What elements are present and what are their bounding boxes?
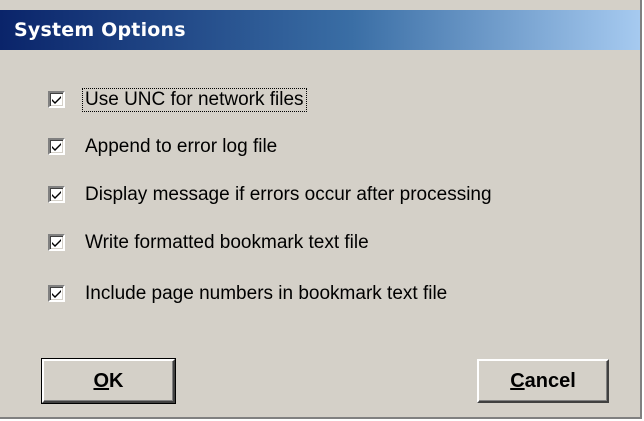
checkmark-icon: [52, 191, 61, 199]
use-unc-label: Use UNC for network files: [82, 88, 307, 112]
display-message-checkbox[interactable]: [48, 186, 65, 203]
use-unc-checkbox[interactable]: [48, 91, 65, 108]
title-bar: System Options: [0, 10, 640, 50]
cancel-mnemonic: C: [510, 370, 525, 392]
write-bookmark-file-label: Write formatted bookmark text file: [85, 232, 369, 253]
cancel-label: ancel: [524, 370, 576, 392]
ok-button[interactable]: OK: [41, 358, 176, 404]
checkmark-icon: [52, 290, 61, 298]
display-message-label: Display message if errors occur after pr…: [85, 184, 492, 205]
system-options-dialog: System Options Use UNC for network files…: [0, 0, 642, 419]
cancel-button[interactable]: Cancel: [477, 359, 609, 403]
ok-label: K: [109, 370, 124, 392]
append-error-log-label: Append to error log file: [85, 136, 278, 157]
write-bookmark-file-checkbox[interactable]: [48, 234, 65, 251]
append-error-log-checkbox[interactable]: [48, 138, 65, 155]
include-page-numbers-label: Include page numbers in bookmark text fi…: [85, 283, 448, 304]
include-page-numbers-checkbox[interactable]: [48, 285, 65, 302]
dialog-title: System Options: [14, 19, 186, 41]
checkmark-icon: [52, 96, 61, 104]
checkmark-icon: [52, 143, 61, 151]
ok-mnemonic: O: [93, 370, 110, 392]
checkmark-icon: [52, 239, 61, 247]
